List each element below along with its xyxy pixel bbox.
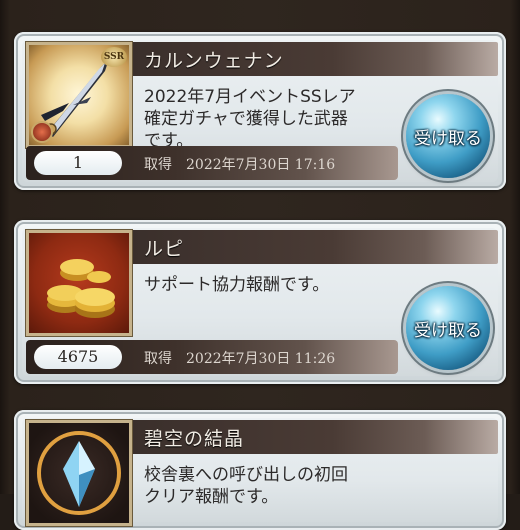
gift-item-card: ルピ サポート協力報酬です。 4675 取得 2022年7月30日 11:26 …	[14, 220, 506, 384]
claim-button[interactable]: 受け取る	[406, 286, 490, 370]
quantity-pill: 4675	[34, 345, 122, 369]
acquired-date: 取得 2022年7月30日 17:16	[144, 157, 336, 173]
item-title: ルピ	[144, 238, 185, 260]
item-description: 2022年7月イベントSSレア 確定ガチャで獲得した武器 です。	[144, 86, 394, 152]
item-title: カルンウェナン	[144, 50, 284, 72]
item-description: サポート協力報酬です。	[144, 274, 394, 296]
description-line: 校舎裏への呼び出しの初回	[144, 465, 348, 485]
quantity-pill: 1	[34, 151, 122, 175]
element-badge-icon	[33, 123, 51, 141]
item-thumbnail	[26, 230, 132, 336]
claim-button-label: 受け取る	[414, 128, 482, 149]
item-description: 校舎裏への呼び出しの初回 クリア報酬です。	[144, 464, 394, 508]
title-bar	[130, 230, 498, 264]
description-line: 2022年7月イベントSSレア	[144, 87, 356, 107]
item-title: 碧空の結晶	[144, 428, 245, 450]
rarity-label: SSR	[103, 52, 125, 62]
description-line: サポート協力報酬です。	[144, 275, 330, 295]
description-line: 確定ガチャで獲得した武器	[144, 109, 348, 129]
gold-coins-icon	[47, 259, 115, 318]
gift-item-card: 碧空の結晶 校舎裏への呼び出しの初回 クリア報酬です。	[14, 410, 506, 530]
item-thumbnail	[26, 420, 132, 526]
description-line: クリア報酬です。	[144, 487, 279, 507]
item-thumbnail: SSR	[26, 42, 132, 148]
gift-item-card: カルンウェナン SSR 2022年7月イベントSSレア 確定ガチャで獲得した武器…	[14, 32, 506, 190]
claim-button-label: 受け取る	[414, 320, 482, 341]
acquired-date: 取得 2022年7月30日 11:26	[144, 351, 336, 367]
blue-crystal-icon	[37, 431, 121, 515]
claim-button[interactable]: 受け取る	[406, 94, 490, 178]
ssr-badge: SSR	[101, 47, 127, 67]
